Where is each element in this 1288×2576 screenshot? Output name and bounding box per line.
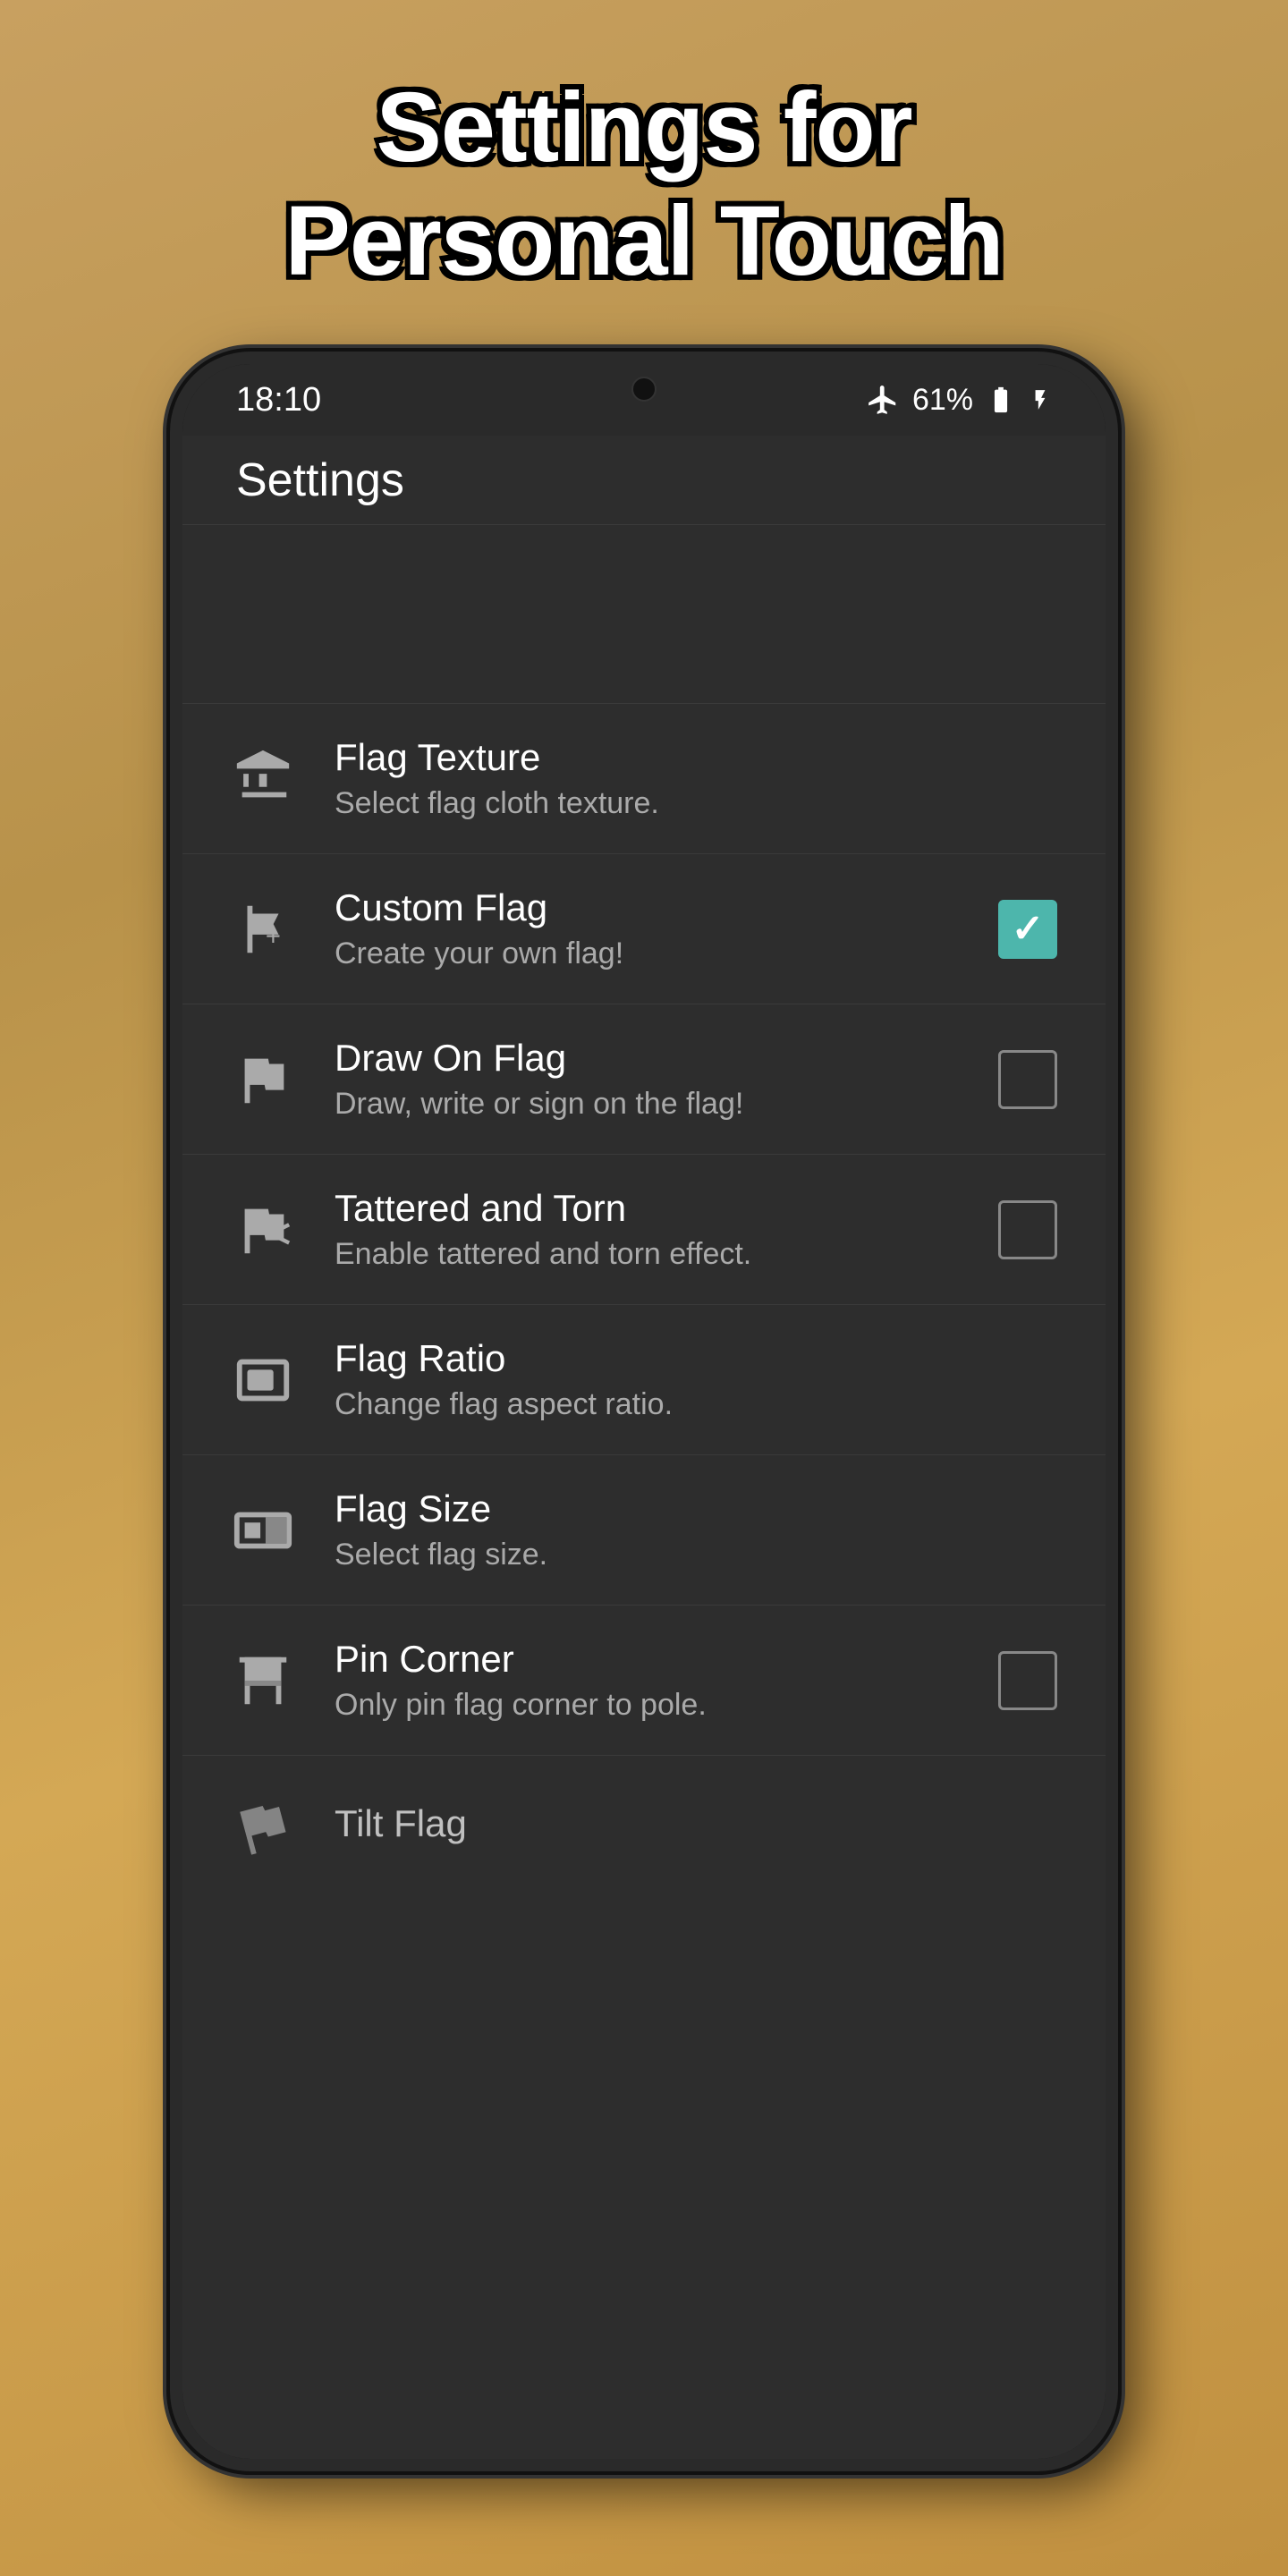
settings-item-tilt-flag[interactable]: Tilt Flag bbox=[182, 1756, 1106, 1899]
charging-icon bbox=[1029, 388, 1052, 411]
settings-item-custom-flag[interactable]: + Custom Flag Create your own flag! bbox=[182, 854, 1106, 1004]
pin-corner-control[interactable] bbox=[995, 1648, 1061, 1714]
flag-size-title: Flag Size bbox=[335, 1487, 1061, 1530]
draw-flag-icon bbox=[227, 1044, 299, 1115]
flag-size-subtitle: Select flag size. bbox=[335, 1538, 1061, 1572]
ratio-icon bbox=[227, 1344, 299, 1416]
settings-item-tattered[interactable]: Tattered and Torn Enable tattered and to… bbox=[182, 1155, 1106, 1305]
settings-item-flag-size[interactable]: Flag Size Select flag size. bbox=[182, 1455, 1106, 1606]
airplane-icon bbox=[866, 383, 900, 417]
size-icon bbox=[227, 1495, 299, 1566]
tattered-content: Tattered and Torn Enable tattered and to… bbox=[335, 1187, 959, 1272]
custom-flag-control[interactable] bbox=[995, 896, 1061, 962]
pin-corner-title: Pin Corner bbox=[335, 1638, 959, 1681]
draw-flag-checkbox[interactable] bbox=[998, 1050, 1057, 1109]
settings-item-pin-corner[interactable]: Pin Corner Only pin flag corner to pole. bbox=[182, 1606, 1106, 1756]
tattered-checkbox[interactable] bbox=[998, 1200, 1057, 1259]
tattered-subtitle: Enable tattered and torn effect. bbox=[335, 1237, 959, 1272]
pin-corner-content: Pin Corner Only pin flag corner to pole. bbox=[335, 1638, 959, 1723]
flag-texture-subtitle: Select flag cloth texture. bbox=[335, 786, 1061, 821]
pin-corner-checkbox[interactable] bbox=[998, 1651, 1057, 1710]
settings-item-flag-ratio[interactable]: Flag Ratio Change flag aspect ratio. bbox=[182, 1305, 1106, 1455]
tattered-control[interactable] bbox=[995, 1197, 1061, 1263]
pin-icon bbox=[227, 1645, 299, 1716]
draw-flag-control[interactable] bbox=[995, 1046, 1061, 1113]
settings-item-flag-texture[interactable]: Flag Texture Select flag cloth texture. bbox=[182, 704, 1106, 854]
custom-flag-icon: + bbox=[227, 894, 299, 965]
battery-level: 61% bbox=[912, 383, 973, 418]
camera-notch bbox=[631, 377, 657, 402]
battery-icon bbox=[986, 385, 1016, 415]
phone-wrapper: 18:10 61% Settin bbox=[152, 352, 1136, 2576]
flag-size-content: Flag Size Select flag size. bbox=[335, 1487, 1061, 1572]
custom-flag-content: Custom Flag Create your own flag! bbox=[335, 886, 959, 971]
flag-ratio-content: Flag Ratio Change flag aspect ratio. bbox=[335, 1337, 1061, 1422]
flag-texture-content: Flag Texture Select flag cloth texture. bbox=[335, 736, 1061, 821]
flag-ratio-subtitle: Change flag aspect ratio. bbox=[335, 1387, 1061, 1422]
flag-texture-icon bbox=[227, 743, 299, 815]
status-right: 61% bbox=[866, 383, 1052, 418]
flag-ratio-title: Flag Ratio bbox=[335, 1337, 1061, 1380]
settings-item-draw-flag[interactable]: Draw On Flag Draw, write or sign on the … bbox=[182, 1004, 1106, 1155]
custom-flag-checkbox[interactable] bbox=[998, 900, 1057, 959]
draw-flag-subtitle: Draw, write or sign on the flag! bbox=[335, 1087, 959, 1122]
tilt-icon bbox=[227, 1792, 299, 1863]
settings-list: Flag Texture Select flag cloth texture. … bbox=[182, 704, 1106, 2459]
pin-corner-subtitle: Only pin flag corner to pole. bbox=[335, 1688, 959, 1723]
status-time: 18:10 bbox=[236, 381, 321, 419]
tattered-title: Tattered and Torn bbox=[335, 1187, 959, 1230]
tilt-flag-title: Tilt Flag bbox=[335, 1802, 1061, 1845]
custom-flag-subtitle: Create your own flag! bbox=[335, 936, 959, 971]
custom-flag-title: Custom Flag bbox=[335, 886, 959, 929]
tilt-flag-content: Tilt Flag bbox=[335, 1802, 1061, 1852]
svg-text:+: + bbox=[266, 922, 281, 951]
flag-texture-title: Flag Texture bbox=[335, 736, 1061, 779]
phone-frame: 18:10 61% Settin bbox=[170, 352, 1118, 2471]
draw-flag-title: Draw On Flag bbox=[335, 1037, 959, 1080]
page-title: Settings for Personal Touch bbox=[178, 0, 1111, 352]
draw-flag-content: Draw On Flag Draw, write or sign on the … bbox=[335, 1037, 959, 1122]
app-header-title: Settings bbox=[236, 453, 404, 507]
empty-section bbox=[182, 525, 1106, 704]
tattered-icon bbox=[227, 1194, 299, 1266]
status-icons bbox=[866, 383, 900, 417]
app-header: Settings bbox=[182, 436, 1106, 525]
